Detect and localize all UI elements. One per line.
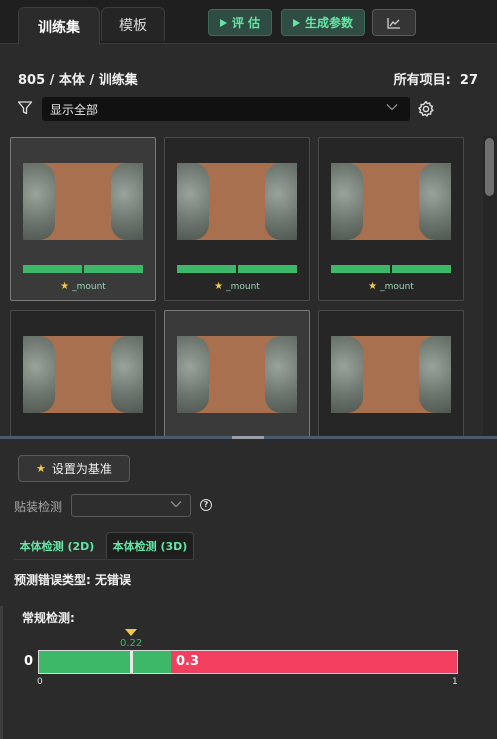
gauge-min-label: 0 [37,677,43,687]
gauge-value-label: 0.22 [120,638,143,649]
chevron-down-icon [386,104,398,111]
tab-training-set-label: 训练集 [38,19,80,36]
tab-template-label: 模板 [119,17,147,34]
gallery-scrollbar[interactable] [483,136,497,436]
tab-body-check-3d-label: 本体检测 (3D) [112,540,188,553]
filter-select[interactable]: 显示全部 [42,97,410,121]
card-caption-text: _mount [380,282,414,292]
score-gauge: 0.3 [38,650,458,674]
scrollbar-thumb[interactable] [485,138,494,196]
generate-params-button[interactable]: 生成参数 [281,9,365,36]
card-caption-text: _mount [72,282,106,292]
evaluate-button[interactable]: 评 估 [208,9,272,36]
item-count-label: 所有项目: [393,73,451,88]
gallery-card[interactable]: ★ _mount [318,137,464,301]
mount-check-label: 贴装检测 [14,500,63,514]
play-icon [219,18,227,27]
card-caption: ★ _mount [11,281,155,292]
item-count-value: 27 [459,73,478,88]
value-marker-icon [125,629,137,636]
gear-icon[interactable] [417,100,435,118]
threshold-label: 0.3 [176,654,200,669]
gallery-card[interactable] [10,310,156,436]
generate-params-label: 生成参数 [304,16,353,30]
line-chart-icon [387,17,400,29]
gauge-max-label: 1 [452,677,458,687]
routine-check-label: 常规检测: [22,611,75,625]
panel-left-edge [0,606,3,739]
help-icon[interactable]: ? [200,499,212,511]
chart-button[interactable] [372,9,416,36]
mount-check-select[interactable] [71,494,191,517]
set-baseline-button[interactable]: ★ 设置为基准 [18,455,130,482]
component-image [177,163,297,240]
tab-body-check-2d[interactable]: 本体检测 (2D) [14,532,100,559]
gauge-needle [130,651,133,673]
component-image [177,336,297,413]
gauge-left-label: 0 [24,654,34,669]
splitter-grip[interactable] [232,436,264,439]
component-image [331,163,451,240]
status-bars [331,265,451,273]
panel-splitter[interactable] [0,436,497,439]
card-caption-text: _mount [226,282,260,292]
set-baseline-label: 设置为基准 [51,462,112,476]
gallery-card[interactable] [164,310,310,436]
component-image [23,163,143,240]
status-bars [177,265,297,273]
gallery-card[interactable] [318,310,464,436]
status-bars [23,265,143,273]
star-icon: ★ [214,281,224,292]
filter-select-value: 显示全部 [50,102,99,117]
gallery-card[interactable]: ★ _mount [164,137,310,301]
component-image [23,336,143,413]
subtab-divider [14,559,194,560]
tab-training-set[interactable]: 训练集 [18,7,100,45]
tab-body-check-2d-label: 本体检测 (2D) [19,539,95,553]
item-count: 所有项目: 27 [394,69,478,88]
predicted-error-type: 预测错误类型: 无错误 [14,573,131,587]
star-icon: ★ [368,281,378,292]
top-tab-bar: 训练集 模板 评 估 生成参数 [0,0,497,45]
breadcrumb: 805 / 本体 / 训练集 [18,73,138,88]
play-icon [292,18,300,27]
tab-template[interactable]: 模板 [101,7,165,41]
card-caption: ★ _mount [319,281,463,292]
filter-icon[interactable] [17,100,33,116]
image-gallery: ★ _mount ★ _mount ★ _mount [0,136,497,436]
tab-body-check-3d[interactable]: 本体检测 (3D) [106,532,194,559]
evaluate-label: 评 估 [231,16,261,30]
component-image [331,336,451,413]
pass-region [39,651,171,673]
gallery-card[interactable]: ★ _mount [10,137,156,301]
star-icon: ★ [36,462,46,475]
star-icon: ★ [60,281,70,292]
chevron-down-icon [170,501,182,508]
card-caption: ★ _mount [165,281,309,292]
